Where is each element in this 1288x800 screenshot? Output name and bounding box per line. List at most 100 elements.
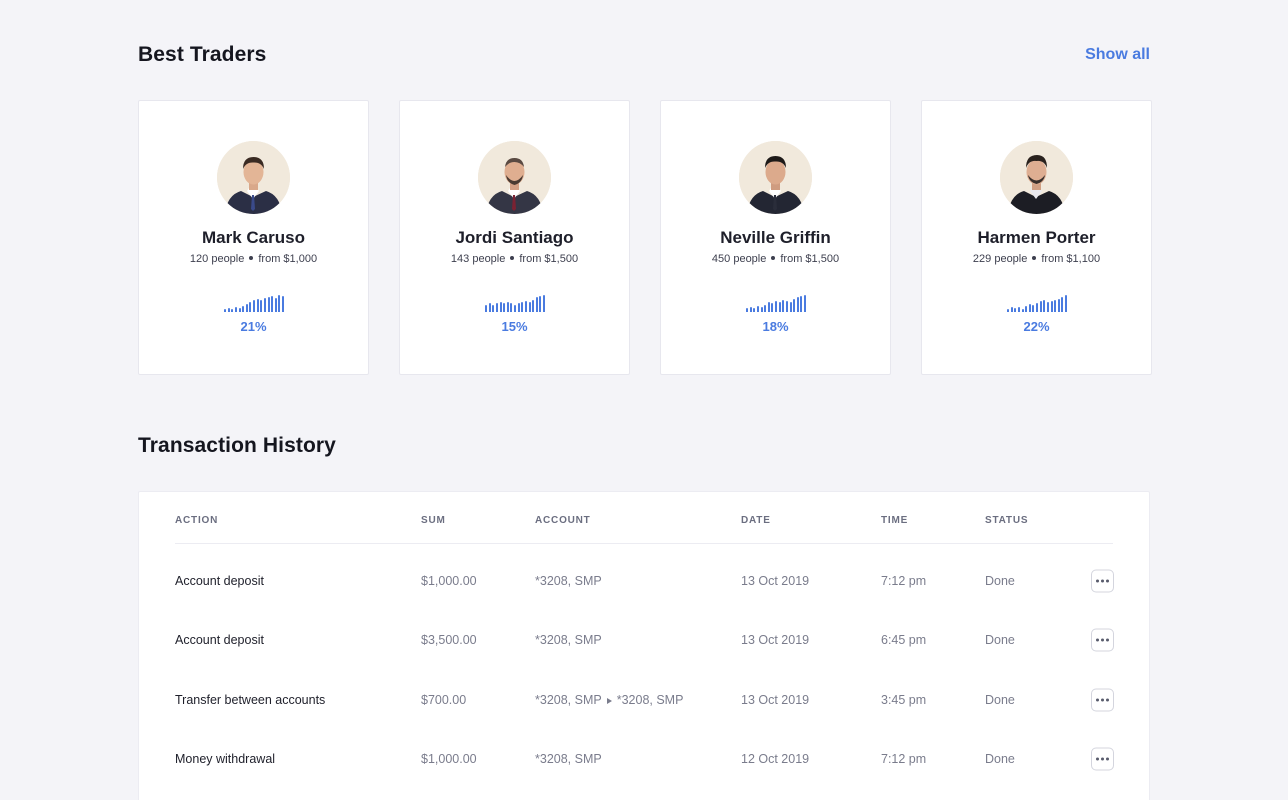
sparkline-bar bbox=[760, 307, 763, 312]
trader-card[interactable]: Mark Caruso 120 people from $1,000 21% bbox=[138, 100, 369, 375]
separator-dot bbox=[510, 256, 515, 261]
sparkline-bar bbox=[796, 297, 799, 312]
transaction-table: ACTION SUM ACCOUNT DATE TIME STATUS Acco… bbox=[138, 491, 1150, 800]
cell-action: Account deposit bbox=[175, 574, 264, 588]
sparkline-bar bbox=[1032, 305, 1035, 312]
more-options-button[interactable] bbox=[1091, 628, 1114, 652]
more-options-button[interactable] bbox=[1091, 747, 1114, 771]
sparkline-bar bbox=[503, 303, 506, 312]
table-row[interactable]: Money withdrawal $1,000.00 *3208, SMP 12… bbox=[139, 729, 1149, 789]
table-row[interactable]: Transfer between accounts $700.00 *3208,… bbox=[139, 670, 1149, 730]
trader-card[interactable]: Harmen Porter 229 people from $1,100 22% bbox=[921, 100, 1152, 375]
transaction-history-title: Transaction History bbox=[138, 434, 336, 457]
account-from: *3208, SMP bbox=[535, 633, 602, 647]
separator-dot bbox=[1032, 256, 1037, 261]
sparkline-bar bbox=[227, 308, 230, 312]
sparkline-bar bbox=[253, 300, 256, 312]
cell-sum: $1,000.00 bbox=[421, 752, 477, 766]
sparkline-bar bbox=[263, 298, 266, 312]
trader-min-investment: from $1,000 bbox=[258, 253, 318, 265]
sparkline-bar bbox=[521, 302, 524, 312]
sparkline-bar bbox=[764, 305, 767, 312]
cell-time: 3:45 pm bbox=[881, 693, 927, 707]
sparkline-bar bbox=[231, 309, 234, 312]
trader-name: Neville Griffin bbox=[720, 228, 831, 247]
sparkline-bar bbox=[1054, 300, 1057, 312]
column-header-status: STATUS bbox=[985, 515, 1029, 526]
sparkline-bar bbox=[804, 295, 807, 312]
sparkline-bar bbox=[234, 307, 237, 312]
sparkline-bar bbox=[1014, 308, 1017, 312]
sparkline-bar bbox=[249, 302, 252, 312]
sparkline-bar bbox=[271, 296, 274, 312]
sparkline-bar bbox=[278, 295, 281, 312]
sparkline-bar bbox=[746, 308, 749, 312]
trader-min-investment: from $1,500 bbox=[519, 253, 579, 265]
trader-sparkline bbox=[485, 294, 546, 312]
sparkline-bar bbox=[499, 302, 502, 312]
trader-avatar bbox=[478, 141, 551, 214]
account-from: *3208, SMP bbox=[535, 752, 602, 766]
more-options-button[interactable] bbox=[1091, 569, 1114, 593]
sparkline-bar bbox=[492, 305, 495, 312]
cell-date: 13 Oct 2019 bbox=[741, 574, 810, 588]
traders-list: Mark Caruso 120 people from $1,000 21% Jo… bbox=[138, 100, 1152, 375]
trader-card[interactable]: Neville Griffin 450 people from $1,500 18… bbox=[660, 100, 891, 375]
sparkline-bar bbox=[1021, 309, 1024, 312]
sparkline-bar bbox=[775, 301, 778, 312]
cell-action: Money withdrawal bbox=[175, 752, 276, 766]
more-dots-icon bbox=[1096, 757, 1099, 761]
cell-time: 7:12 pm bbox=[881, 752, 927, 766]
show-all-link[interactable]: Show all bbox=[1085, 46, 1150, 64]
transfer-arrow-icon bbox=[606, 697, 612, 704]
sparkline-bar bbox=[242, 306, 245, 312]
cell-time: 6:45 pm bbox=[881, 633, 927, 647]
sparkline-bar bbox=[771, 303, 774, 312]
trader-people: 143 people bbox=[450, 253, 506, 265]
sparkline-bar bbox=[535, 297, 538, 312]
sparkline-bar bbox=[767, 302, 770, 312]
cell-account: *3208, SMP *3208, SMP bbox=[535, 693, 683, 707]
trader-meta: 120 people from $1,000 bbox=[139, 253, 368, 265]
sparkline-bar bbox=[782, 300, 785, 312]
best-traders-title: Best Traders bbox=[138, 43, 267, 66]
trader-card[interactable]: Jordi Santiago 143 people from $1,500 15% bbox=[399, 100, 630, 375]
sparkline-bar bbox=[1017, 307, 1020, 312]
column-header-account: ACCOUNT bbox=[535, 515, 591, 526]
cell-status: Done bbox=[985, 693, 1015, 707]
trader-percent: 18% bbox=[762, 319, 789, 334]
sparkline-bar bbox=[510, 303, 513, 312]
header-divider bbox=[175, 543, 1113, 544]
sparkline-bar bbox=[1061, 297, 1064, 312]
sparkline-bar bbox=[485, 305, 488, 312]
sparkline-bar bbox=[1050, 301, 1053, 312]
trader-avatar bbox=[739, 141, 812, 214]
cell-sum: $3,500.00 bbox=[421, 633, 477, 647]
sparkline-bar bbox=[267, 297, 270, 312]
sparkline-bar bbox=[517, 303, 520, 312]
sparkline-bar bbox=[528, 302, 531, 312]
more-dots-icon bbox=[1096, 638, 1099, 642]
sparkline-bar bbox=[749, 307, 752, 312]
trader-percent: 21% bbox=[240, 319, 267, 334]
sparkline-bar bbox=[1036, 303, 1039, 312]
account-to: *3208, SMP bbox=[616, 693, 684, 707]
column-header-action: ACTION bbox=[175, 515, 219, 526]
sparkline-bar bbox=[753, 308, 756, 312]
more-options-button[interactable] bbox=[1091, 688, 1114, 712]
sparkline-bar bbox=[282, 296, 285, 312]
sparkline-bar bbox=[800, 296, 803, 312]
cell-status: Done bbox=[985, 752, 1015, 766]
sparkline-bar bbox=[1028, 304, 1031, 312]
sparkline-bar bbox=[524, 301, 527, 312]
sparkline-bar bbox=[1010, 307, 1013, 312]
sparkline-bar bbox=[543, 295, 546, 312]
sparkline-bar bbox=[1046, 302, 1049, 312]
trader-meta: 450 people from $1,500 bbox=[661, 253, 890, 265]
table-row[interactable]: Account deposit $1,000.00 *3208, SMP 13 … bbox=[139, 551, 1149, 611]
sparkline-bar bbox=[1039, 301, 1042, 312]
cell-time: 7:12 pm bbox=[881, 574, 927, 588]
sparkline-bar bbox=[495, 303, 498, 312]
table-row[interactable]: Account deposit $3,500.00 *3208, SMP 13 … bbox=[139, 610, 1149, 670]
more-dots-icon bbox=[1096, 579, 1099, 583]
